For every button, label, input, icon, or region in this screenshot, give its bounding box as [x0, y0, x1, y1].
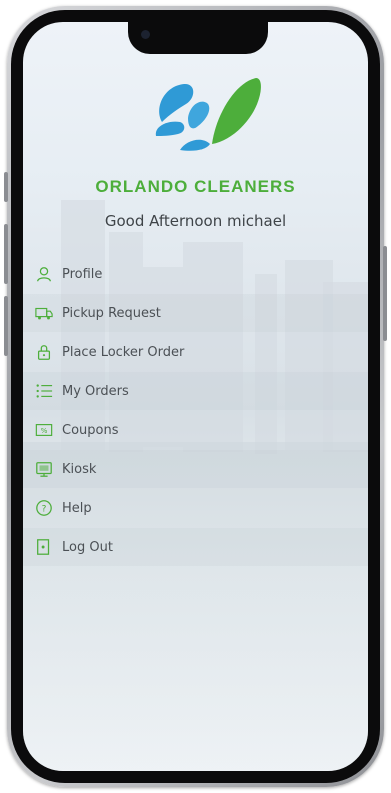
brand-name: ORLANDO CLEANERS — [95, 177, 296, 196]
menu-item-kiosk[interactable]: Kiosk — [34, 454, 334, 484]
menu-item-log-out[interactable]: Log Out — [34, 532, 334, 562]
menu-item-pickup-request[interactable]: Pickup Request — [34, 298, 334, 328]
menu-item-label: My Orders — [62, 383, 129, 399]
volume-up-button — [4, 224, 8, 284]
menu-item-label: Pickup Request — [62, 305, 161, 321]
lock-icon — [34, 342, 54, 362]
greeting-text: Good Afternoon michael — [104, 212, 287, 230]
list-icon — [34, 381, 54, 401]
svg-text:%: % — [41, 426, 48, 435]
coupon-icon: % — [34, 420, 54, 440]
volume-down-button — [4, 296, 8, 356]
menu-item-coupons[interactable]: % Coupons — [34, 415, 334, 445]
menu-item-profile[interactable]: Profile — [34, 259, 334, 289]
menu-item-label: Help — [62, 500, 92, 516]
front-camera — [141, 30, 150, 39]
menu-item-label: Log Out — [62, 539, 113, 555]
menu-item-my-orders[interactable]: My Orders — [34, 376, 334, 406]
svg-text:?: ? — [42, 505, 47, 515]
menu-item-label: Kiosk — [62, 461, 97, 477]
menu-item-place-locker-order[interactable]: Place Locker Order — [34, 337, 334, 367]
menu-item-label: Profile — [62, 266, 103, 282]
menu-item-help[interactable]: ? Help — [34, 493, 334, 523]
power-button — [383, 246, 387, 341]
logout-icon — [34, 537, 54, 557]
menu-item-label: Place Locker Order — [62, 344, 185, 360]
kiosk-icon — [34, 459, 54, 479]
help-icon: ? — [34, 498, 54, 518]
van-icon — [34, 303, 54, 323]
menu-item-label: Coupons — [62, 422, 119, 438]
user-icon — [34, 264, 54, 284]
background-lake — [23, 442, 368, 771]
orlando-cleaners-logo — [155, 78, 261, 151]
